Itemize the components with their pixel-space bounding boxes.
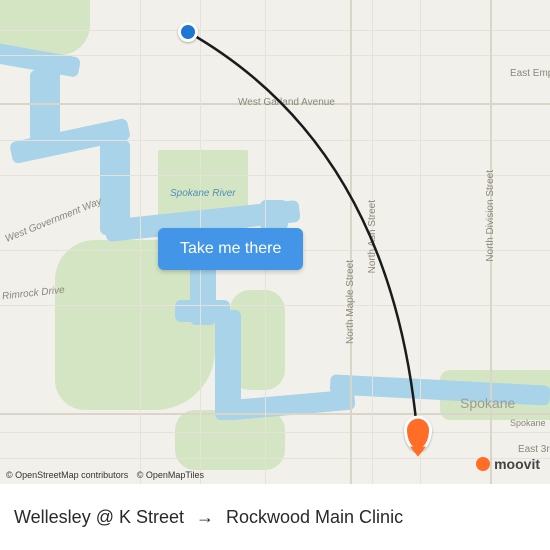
moovit-logo-text: moovit: [494, 456, 540, 472]
route-to: Rockwood Main Clinic: [226, 507, 403, 528]
map-attribution: © OpenStreetMap contributors © OpenMapTi…: [6, 470, 210, 480]
map[interactable]: West Garland Avenue East Emp Spokane Riv…: [0, 0, 550, 484]
route-from: Wellesley @ K Street: [14, 507, 184, 528]
attrib-osm[interactable]: © OpenStreetMap contributors: [6, 470, 128, 480]
route-footer: Wellesley @ K Street → Rockwood Main Cli…: [0, 484, 550, 550]
moovit-logo-icon: [476, 457, 490, 471]
origin-marker[interactable]: [178, 22, 198, 42]
attrib-omt[interactable]: © OpenMapTiles: [137, 470, 204, 480]
arrow-icon: →: [196, 507, 214, 528]
moovit-logo[interactable]: moovit: [476, 456, 540, 472]
take-me-there-button[interactable]: Take me there: [158, 228, 303, 270]
